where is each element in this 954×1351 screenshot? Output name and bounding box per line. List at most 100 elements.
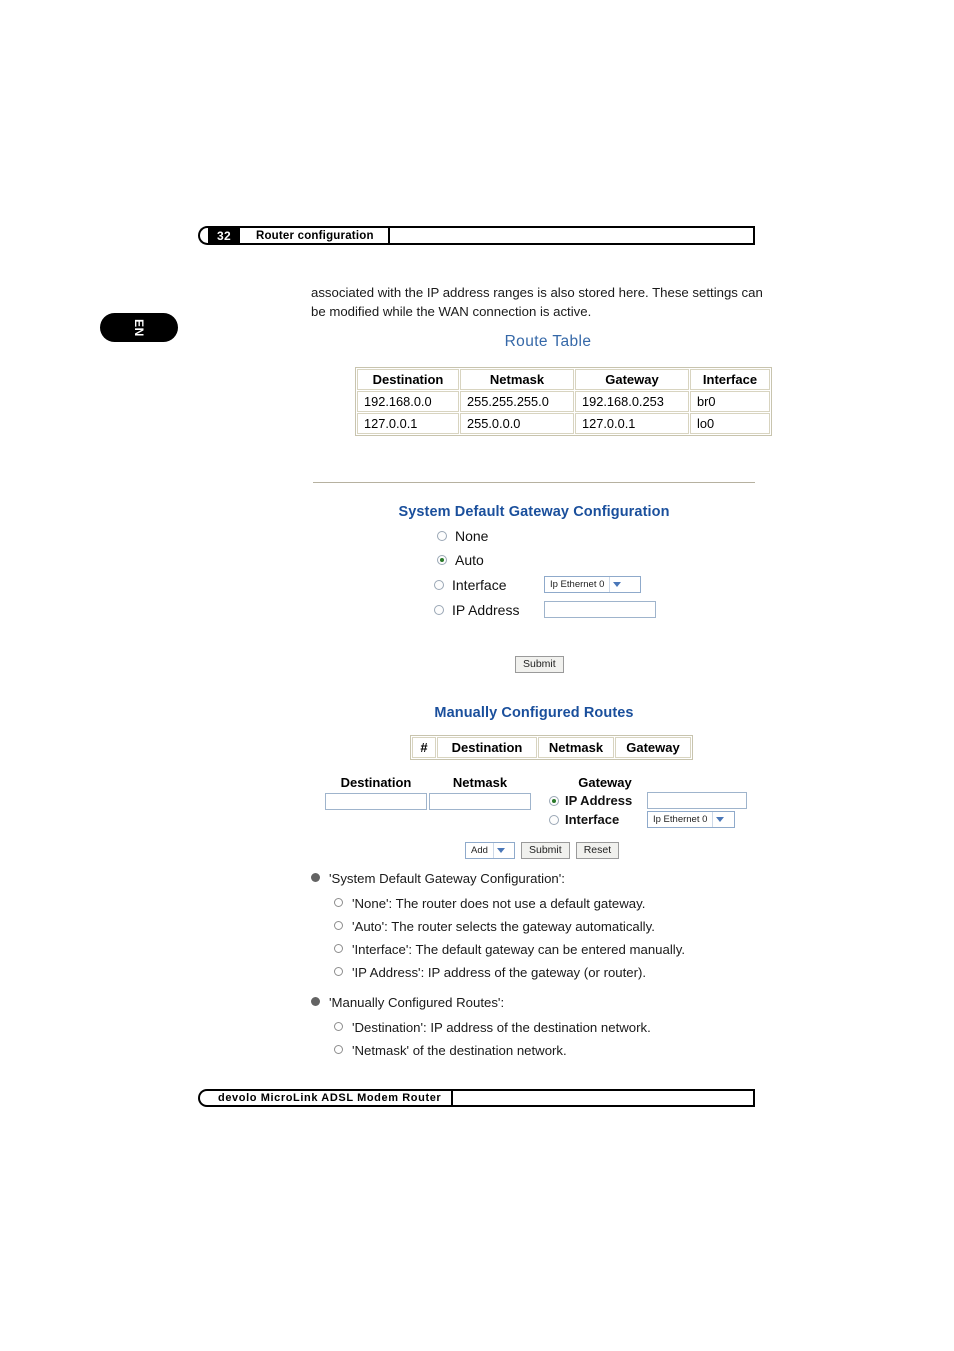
route-table-heading: Route Table: [504, 333, 592, 350]
radio-gateway-ip-icon[interactable]: [549, 795, 559, 806]
list-item: 'None': The router does not use a defaul…: [334, 894, 771, 913]
form-gateway-ip-label: IP Address: [565, 793, 633, 808]
manual-routes-reset-button[interactable]: Reset: [575, 842, 620, 859]
column-header-destination: Destination: [437, 737, 537, 758]
gateway-submit-wrap: Submit: [515, 654, 564, 673]
cell-interface: lo0: [690, 413, 770, 434]
header-left-cap: [198, 226, 208, 245]
form-gateway-interface-label: Interface: [565, 812, 620, 827]
cell-netmask: 255.0.0.0: [460, 413, 574, 434]
list-item: 'Auto': The router selects the gateway a…: [334, 917, 771, 936]
column-header-interface: Interface: [690, 369, 770, 390]
explanation-item: 'Interface': The default gateway can be …: [352, 942, 685, 957]
form-netmask-input[interactable]: [429, 793, 531, 810]
bullet-ring-icon: [334, 1045, 343, 1054]
gateway-option-auto[interactable]: Auto: [437, 552, 656, 568]
manual-routes-form: Destination Netmask Gateway IP Address I…: [325, 775, 747, 828]
gateway-option-auto-label: Auto: [455, 552, 484, 568]
manual-routes-actions: Add Submit Reset: [465, 842, 620, 859]
footer-product-name: devolo MicroLink ADSL Modem Router: [208, 1089, 454, 1107]
bullet-ring-icon: [334, 944, 343, 953]
radio-none-icon[interactable]: [437, 531, 447, 541]
manual-routes-table: # Destination Netmask Gateway: [410, 735, 693, 760]
page-footer: devolo MicroLink ADSL Modem Router: [198, 1089, 755, 1107]
list-item: 'IP Address': IP address of the gateway …: [334, 963, 771, 982]
gateway-interface-select-value: Ip Ethernet 0: [550, 579, 605, 590]
radio-interface-icon[interactable]: [434, 579, 444, 590]
cell-netmask: 255.255.255.0: [460, 391, 574, 412]
header-rule: [389, 226, 755, 245]
form-gateway-ip-option[interactable]: IP Address: [549, 792, 747, 809]
language-tab-label: EN: [131, 318, 146, 337]
gateway-option-interface-label: Interface: [452, 576, 507, 593]
manual-routes-table-container: # Destination Netmask Gateway: [410, 735, 693, 760]
explanation-item: 'Destination': IP address of the destina…: [352, 1020, 651, 1035]
form-destination-input[interactable]: [325, 793, 427, 810]
form-gateway-group: Gateway IP Address Interface Ip Ethernet…: [549, 775, 747, 828]
gateway-option-ip-address[interactable]: IP Address: [434, 601, 656, 618]
radio-ip-address-icon[interactable]: [434, 604, 444, 615]
chevron-down-icon[interactable]: [492, 843, 508, 858]
chevron-down-icon[interactable]: [712, 812, 728, 827]
form-destination-group: Destination: [325, 775, 427, 810]
bullet-ring-icon: [334, 967, 343, 976]
column-header-gateway: Gateway: [615, 737, 691, 758]
route-table: Destination Netmask Gateway Interface 19…: [355, 367, 772, 436]
section-divider: [313, 482, 755, 483]
column-header-gateway: Gateway: [575, 369, 689, 390]
chevron-down-icon[interactable]: [609, 577, 625, 592]
explanation-item: 'Netmask' of the destination network.: [352, 1043, 567, 1058]
radio-gateway-interface-icon[interactable]: [549, 814, 559, 825]
page-header: 32 Router configuration: [198, 226, 755, 245]
table-row: 192.168.0.0 255.255.255.0 192.168.0.253 …: [357, 391, 770, 412]
list-item: 'Manually Configured Routes':: [311, 993, 771, 1012]
language-tab-en: EN: [100, 313, 178, 342]
form-netmask-label: Netmask: [452, 775, 508, 790]
manual-routes-action-value: Add: [471, 845, 488, 856]
gateway-submit-button[interactable]: Submit: [515, 656, 564, 673]
footer-rule: [453, 1089, 755, 1107]
gateway-config-options: None Auto Interface Ip Ethernet 0 IP Add…: [434, 528, 656, 626]
form-gateway-ip-input[interactable]: [647, 792, 747, 809]
list-item: 'Netmask' of the destination network.: [334, 1041, 771, 1060]
form-netmask-group: Netmask: [429, 775, 531, 810]
page-number: 32: [208, 226, 240, 245]
form-gateway-interface-select[interactable]: Ip Ethernet 0: [647, 811, 735, 828]
form-gateway-interface-option[interactable]: Interface Ip Ethernet 0: [549, 811, 747, 828]
explanation-item: 'IP Address': IP address of the gateway …: [352, 965, 647, 980]
form-gateway-interface-select-value: Ip Ethernet 0: [653, 814, 708, 825]
cell-destination: 127.0.0.1: [357, 413, 459, 434]
column-header-netmask: Netmask: [538, 737, 614, 758]
explanation-title: 'System Default Gateway Configuration':: [329, 871, 565, 886]
list-item: 'System Default Gateway Configuration':: [311, 869, 771, 888]
gateway-config-heading: System Default Gateway Configuration: [398, 504, 670, 520]
column-header-netmask: Netmask: [460, 369, 574, 390]
route-table-container: Destination Netmask Gateway Interface 19…: [355, 367, 772, 436]
header-section-title: Router configuration: [239, 226, 390, 245]
cell-gateway: 192.168.0.253: [575, 391, 689, 412]
gateway-option-none[interactable]: None: [437, 528, 656, 544]
list-item: 'Destination': IP address of the destina…: [334, 1018, 771, 1037]
bullet-dot-icon: [311, 997, 320, 1006]
gateway-option-ip-address-label: IP Address: [452, 601, 520, 618]
bullet-ring-icon: [334, 921, 343, 930]
table-row: 127.0.0.1 255.0.0.0 127.0.0.1 lo0: [357, 413, 770, 434]
gateway-interface-select[interactable]: Ip Ethernet 0: [544, 576, 641, 593]
form-destination-label: Destination: [340, 775, 412, 790]
column-header-index: #: [412, 737, 436, 758]
explanation-title: 'Manually Configured Routes':: [329, 995, 505, 1010]
cell-destination: 192.168.0.0: [357, 391, 459, 412]
bullet-ring-icon: [334, 898, 343, 907]
gateway-option-interface[interactable]: Interface Ip Ethernet 0: [434, 576, 656, 593]
explanation-item: 'Auto': The router selects the gateway a…: [352, 919, 655, 934]
table-header-row: # Destination Netmask Gateway: [412, 737, 691, 758]
radio-auto-icon[interactable]: [437, 555, 447, 565]
manual-routes-action-select[interactable]: Add: [465, 842, 515, 859]
gateway-ip-address-input[interactable]: [544, 601, 656, 618]
form-gateway-label: Gateway: [578, 775, 632, 790]
table-header-row: Destination Netmask Gateway Interface: [357, 369, 770, 390]
footer-left-cap: [198, 1089, 208, 1107]
explanation-list: 'System Default Gateway Configuration': …: [311, 869, 771, 1064]
bullet-ring-icon: [334, 1022, 343, 1031]
manual-routes-submit-button[interactable]: Submit: [521, 842, 570, 859]
